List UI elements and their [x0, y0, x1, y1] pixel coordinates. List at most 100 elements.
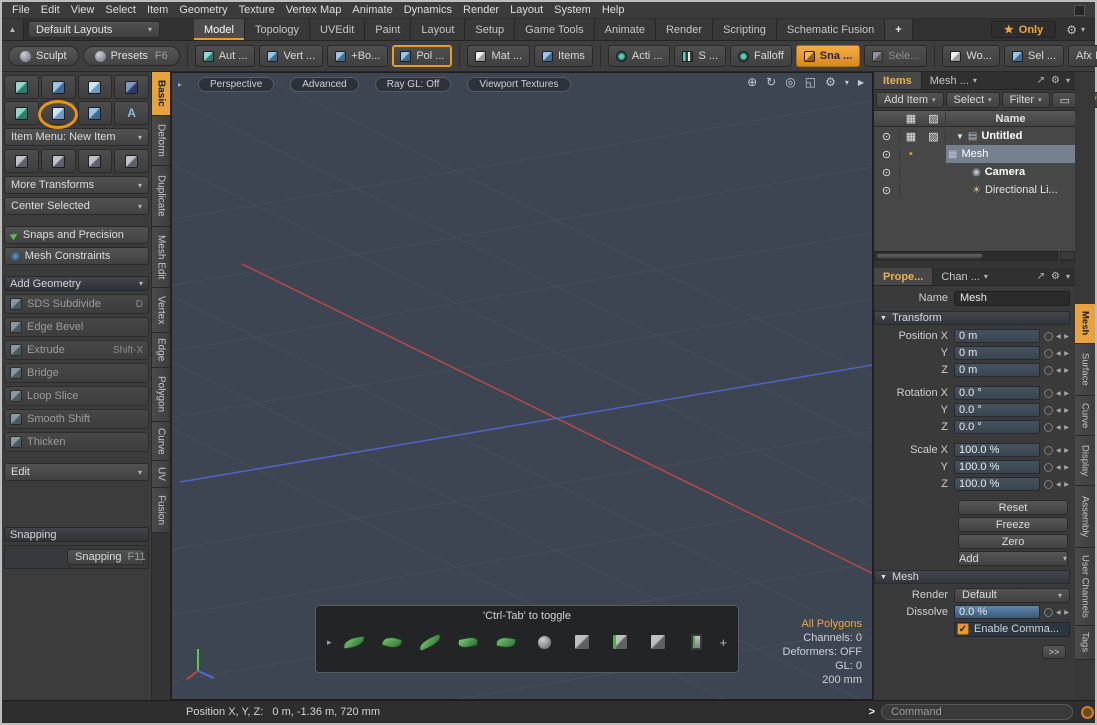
menu-dynamics[interactable]: Dynamics — [404, 4, 452, 16]
render-state-icon[interactable]: ▦ — [900, 130, 922, 143]
mirror-tool-button[interactable] — [78, 149, 113, 173]
reset-button[interactable]: Reset — [958, 500, 1068, 515]
snapping-section-header[interactable]: Snapping — [4, 527, 149, 542]
materials-button[interactable]: Mat ... — [467, 45, 530, 67]
move-tool-button[interactable] — [41, 75, 76, 99]
orbit-icon[interactable]: ↻ — [766, 75, 776, 89]
menu-help[interactable]: Help — [602, 4, 625, 16]
expander-icon[interactable]: ▼ — [956, 132, 964, 141]
zoom-icon[interactable]: ◎ — [785, 75, 795, 89]
vtab-surface[interactable]: Surface — [1075, 344, 1095, 396]
rotation-z-field[interactable]: 0.0 ° — [954, 420, 1040, 434]
name-column-header[interactable]: Name — [946, 113, 1075, 125]
channel-reset-icon[interactable] — [1044, 389, 1053, 398]
spinner-icon[interactable]: ◀ ▶ — [1056, 464, 1070, 471]
sphere-tool-icon[interactable] — [529, 627, 559, 657]
pan-icon[interactable]: ⊕ — [747, 75, 757, 89]
channel-reset-icon[interactable] — [1044, 332, 1053, 341]
channel-reset-icon[interactable] — [1044, 446, 1053, 455]
tab-animate[interactable]: Animate — [595, 19, 656, 40]
vtab-mesh[interactable]: Mesh — [1075, 304, 1095, 344]
menu-texture[interactable]: Texture — [239, 4, 275, 16]
selection-sets-button[interactable]: Sele... — [864, 45, 927, 67]
zero-button[interactable]: Zero — [958, 534, 1068, 549]
popout-icon[interactable]: ↗ — [1037, 271, 1045, 282]
eye-icon[interactable]: ⊙ — [874, 184, 900, 197]
name-input[interactable]: Mesh — [954, 291, 1070, 306]
tab-render[interactable]: Render — [656, 19, 713, 40]
menu-geometry[interactable]: Geometry — [179, 4, 227, 16]
soft-drag-tool-button[interactable] — [41, 101, 76, 125]
edit-dropdown[interactable]: Edit ▾ — [4, 463, 149, 481]
channel-reset-icon[interactable] — [1044, 608, 1053, 617]
channel-reset-icon[interactable] — [1044, 463, 1053, 472]
bend-tool-icon[interactable] — [415, 627, 445, 657]
channel-reset-icon[interactable] — [1044, 423, 1053, 432]
presets-button[interactable]: Presets F6 — [83, 46, 180, 66]
only-button[interactable]: ★ Only — [991, 21, 1056, 38]
rotate-tool-button[interactable] — [78, 75, 113, 99]
palette-prev-icon[interactable]: ▸ — [327, 637, 332, 648]
vtab-vertex[interactable]: Vertex — [152, 288, 170, 333]
tab-schematic-fusion[interactable]: Schematic Fusion — [777, 19, 885, 40]
mesh-section-header[interactable]: ▼ Mesh — [874, 570, 1070, 584]
edge-bevel-button[interactable]: Edge Bevel — [4, 317, 149, 337]
items-mode-button[interactable]: Items — [534, 45, 593, 67]
more-options-button[interactable]: >> — [1042, 645, 1066, 659]
flex-tool-icon[interactable] — [377, 627, 407, 657]
tab-paint[interactable]: Paint — [365, 19, 411, 40]
auto-select-button[interactable]: Aut ... — [195, 45, 256, 67]
viewport-textures-button[interactable]: Viewport Textures — [467, 77, 570, 92]
scale-x-field[interactable]: 100.0 % — [954, 443, 1040, 457]
transform-section-header[interactable]: ▼ Transform — [874, 311, 1070, 325]
drag-tool-icon[interactable] — [339, 627, 369, 657]
sds-subdivide-button[interactable]: SDS Subdivide D — [4, 294, 149, 314]
tab-scripting[interactable]: Scripting — [713, 19, 777, 40]
app-window-icon[interactable] — [1074, 5, 1085, 16]
add-geometry-header[interactable]: Add Geometry ▾ — [4, 276, 149, 291]
vtab-mesh-edit[interactable]: Mesh Edit — [152, 227, 170, 288]
caret-right-icon[interactable]: ▸ — [178, 80, 182, 89]
menu-animate[interactable]: Animate — [352, 4, 392, 16]
menu-vertex-map[interactable]: Vertex Map — [286, 4, 342, 16]
tab-topology[interactable]: Topology — [245, 19, 310, 40]
spinner-icon[interactable]: ◀ ▶ — [1056, 481, 1070, 488]
fold-tool-icon[interactable] — [453, 627, 483, 657]
layout-settings-button[interactable]: ⚙ ▾ — [1056, 19, 1095, 40]
vtab-polygon[interactable]: Polygon — [152, 368, 170, 422]
active-mesh-icon[interactable]: ▪ — [900, 148, 922, 160]
vtab-assembly[interactable]: Assembly — [1075, 486, 1095, 548]
wrap-tool-icon[interactable] — [491, 627, 521, 657]
popout-icon[interactable]: ↗ — [1037, 75, 1045, 86]
tab-uvedit[interactable]: UVEdit — [310, 19, 365, 40]
eye-icon[interactable]: ⊙ — [874, 166, 900, 179]
solid-tool-icon[interactable] — [643, 627, 673, 657]
add-item-dropdown[interactable]: Add Item ▾ — [876, 92, 944, 108]
spinner-icon[interactable]: ◀ ▶ — [1056, 333, 1070, 340]
rotation-x-field[interactable]: 0.0 ° — [954, 386, 1040, 400]
chevron-down-icon[interactable]: ▾ — [845, 78, 849, 87]
render-dropdown[interactable]: Default ▾ — [954, 588, 1070, 603]
vtab-curve[interactable]: Curve — [152, 422, 170, 461]
position-y-field[interactable]: 0 m — [954, 346, 1040, 360]
scale-y-field[interactable]: 100.0 % — [954, 460, 1040, 474]
add-transform-dropdown[interactable]: Add ▾ — [958, 551, 1068, 566]
add-tab-button[interactable]: + — [885, 19, 912, 40]
tab-channels[interactable]: Chan ... ▾ — [933, 268, 996, 285]
snapping-toggle-button[interactable]: Sna ... — [796, 45, 860, 67]
menu-select[interactable]: Select — [105, 4, 136, 16]
vtab-uv[interactable]: UV — [152, 461, 170, 488]
command-input[interactable] — [881, 704, 1073, 720]
selected-button[interactable]: Sel ... — [1004, 45, 1064, 67]
vtab-user-channels[interactable]: User Channels — [1075, 548, 1095, 626]
panel-tool-icon[interactable] — [681, 627, 711, 657]
position-x-field[interactable]: 0 m — [954, 329, 1040, 343]
cube-tool-icon[interactable] — [567, 627, 597, 657]
gear-icon[interactable]: ⚙ — [1051, 75, 1060, 86]
text-tool-button[interactable]: A — [114, 101, 149, 125]
array-tool-button[interactable] — [41, 149, 76, 173]
center-selected-dropdown[interactable]: Center Selected ▾ — [4, 197, 149, 215]
eye-icon[interactable]: ⊙ — [874, 148, 900, 161]
polygons-mode-button[interactable]: Pol ... — [392, 45, 452, 67]
symmetry-button[interactable]: S ... — [674, 45, 726, 67]
